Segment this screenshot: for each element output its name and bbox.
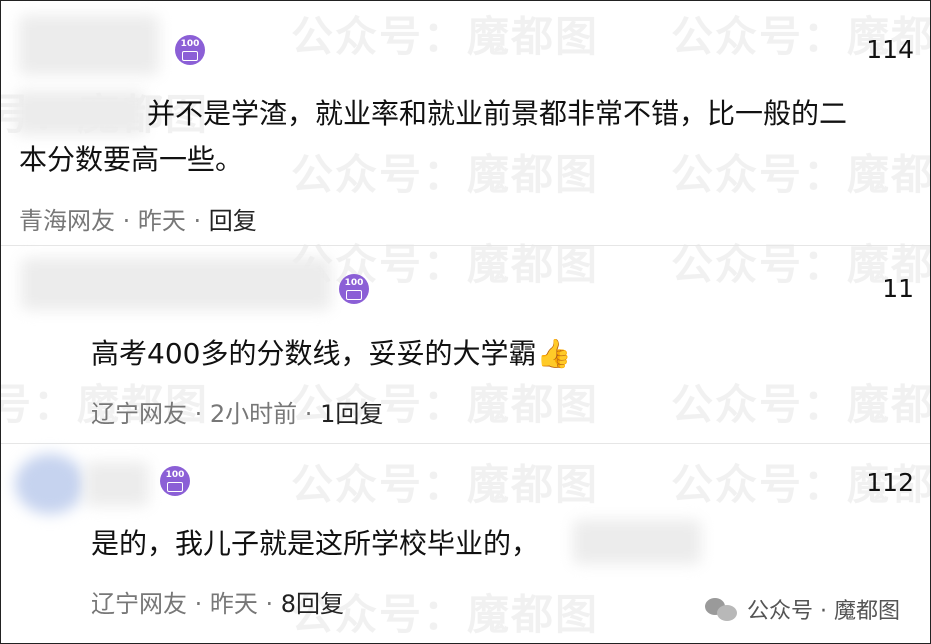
blurred-avatar — [15, 454, 85, 514]
blurred-content — [573, 520, 701, 564]
comment-item: 100 11 高考400多的分数线，妥妥的大学霸👍 辽宁网友 · 2小时前 · … — [1, 246, 930, 441]
book-icon — [346, 289, 362, 300]
reply-link[interactable]: 1回复 — [320, 400, 383, 428]
comment-item: 100 114 并不是学渣，就业率和就业前景都非常不错，比一般的二 本分数要高一… — [1, 1, 930, 241]
like-count[interactable]: 11 — [882, 274, 914, 303]
wechat-icon — [705, 596, 739, 622]
thumbs-up-icon: 👍 — [536, 337, 572, 370]
blurred-username — [21, 258, 331, 310]
comment-text: 并不是学渣，就业率和就业前景都非常不错，比一般的二 — [147, 97, 848, 130]
reply-link[interactable]: 8回复 — [281, 590, 344, 618]
comment-meta: 辽宁网友 · 昨天 · 8回复 — [91, 590, 345, 618]
comment-text: 高考400多的分数线，妥妥的大学霸👍 — [91, 332, 571, 376]
blurred-username — [19, 15, 159, 75]
book-icon — [167, 481, 183, 492]
comment-text-continued: 本分数要高一些。 — [19, 143, 244, 176]
comment-time: 昨天 — [137, 207, 186, 235]
comment-screenshot: 公众号：魔都图 公众号：魔都图 公众号：魔都图 公众号：魔都图 公众号：魔都图 … — [0, 0, 931, 644]
reply-link[interactable]: 回复 — [209, 207, 257, 235]
commenter-location: 辽宁网友 — [91, 590, 187, 618]
like-count[interactable]: 112 — [866, 468, 914, 497]
comment-time: 昨天 — [209, 590, 258, 618]
commenter-location: 辽宁网友 — [91, 400, 187, 428]
level-badge-icon: 100 — [160, 466, 190, 496]
blurred-username — [85, 462, 149, 506]
blurred-mention — [15, 91, 145, 135]
badge-number: 100 — [165, 469, 185, 480]
comment-time: 2小时前 — [209, 400, 298, 428]
book-icon — [182, 50, 198, 61]
level-badge-icon: 100 — [339, 274, 369, 304]
comment-text: 是的，我儿子就是这所学校毕业的， — [91, 527, 540, 560]
badge-number: 100 — [344, 277, 364, 288]
comment-meta: 青海网友 · 昨天 · 回复 — [19, 207, 257, 235]
source-label: 公众号 · 魔都图 — [705, 593, 900, 625]
badge-number: 100 — [180, 38, 200, 49]
comment-meta: 辽宁网友 · 2小时前 · 1回复 — [91, 400, 384, 428]
commenter-location: 青海网友 — [19, 207, 115, 235]
comment-text-body: 高考400多的分数线，妥妥的大学霸 — [91, 337, 537, 370]
like-count[interactable]: 114 — [866, 35, 914, 64]
source-text: 公众号 · 魔都图 — [747, 599, 900, 624]
level-badge-icon: 100 — [175, 35, 205, 65]
